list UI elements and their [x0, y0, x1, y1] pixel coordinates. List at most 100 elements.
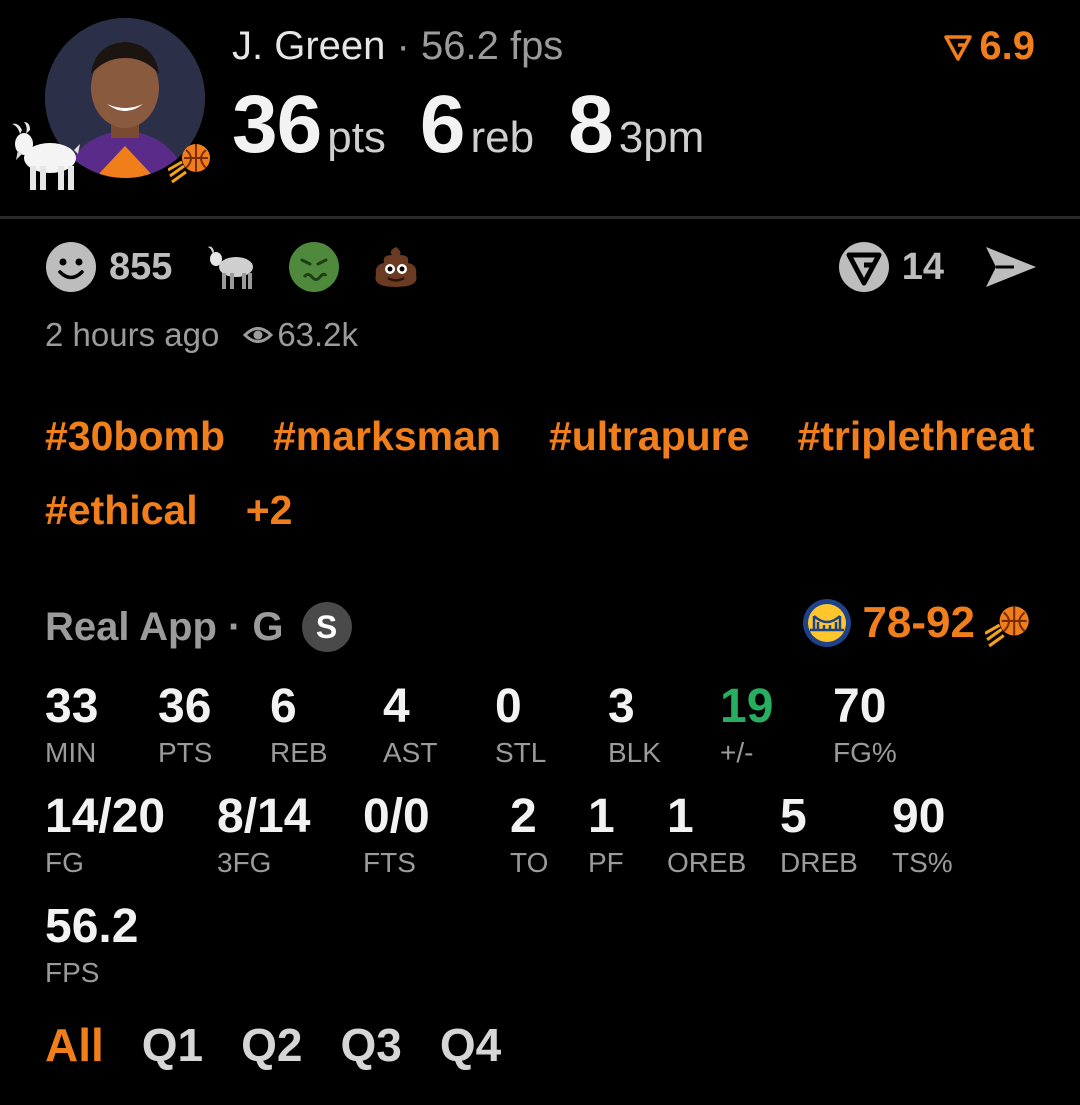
tab-q3[interactable]: Q3	[341, 1018, 402, 1072]
smiley-react-icon[interactable]	[45, 241, 97, 293]
game-score[interactable]: 78-92	[802, 598, 1035, 648]
stat-value: 33	[45, 680, 99, 733]
hashtag[interactable]: #30bomb	[45, 410, 225, 462]
stat-3fg: 8/14 3FG	[217, 790, 310, 880]
stat-label: MIN	[45, 737, 97, 768]
post-meta: 2 hours ago 63.2k	[45, 316, 358, 354]
goat-badge-icon	[8, 120, 82, 192]
stat-stl: 0 STL	[495, 680, 546, 770]
headline-unit: 3pm	[618, 113, 705, 162]
comment-logo-icon[interactable]	[838, 241, 890, 293]
stat-value: 2	[510, 790, 537, 843]
send-icon[interactable]	[984, 243, 1038, 291]
view-count: 63.2k	[243, 316, 358, 354]
stat-plus-minus: 19 +/-	[720, 680, 773, 770]
stat-label: REB	[270, 737, 328, 768]
stat-value: 4	[383, 680, 410, 733]
fps-text: 56.2 fps	[420, 24, 564, 68]
stat-value: 56.2	[45, 900, 139, 953]
reactions-bar: 855	[45, 240, 452, 294]
hashtag[interactable]: #ultrapure	[549, 410, 750, 462]
player-title-line: J. Green · 56.2 fps	[232, 24, 563, 69]
stat-value: 0	[495, 680, 522, 733]
stat-fps: 56.2 FPS	[45, 900, 138, 990]
timestamp: 2 hours ago	[45, 316, 220, 353]
hashtag[interactable]: #ethical	[45, 484, 198, 536]
goat-react-icon[interactable]	[206, 241, 258, 293]
stat-value: 1	[588, 790, 615, 843]
hashtag-list: #30bomb #marksman #ultrapure #triplethre…	[45, 410, 1035, 536]
comment-count: 14	[901, 245, 944, 288]
stat-label: BLK	[608, 737, 661, 768]
views-value: 63.2k	[277, 316, 359, 353]
stat-value: 1	[667, 790, 694, 843]
stat-min: 33 MIN	[45, 680, 98, 770]
hashtag[interactable]: #marksman	[273, 410, 501, 462]
tab-q1[interactable]: Q1	[142, 1018, 203, 1072]
headline-stats: 36 pts 6 reb 8 3pm	[232, 78, 704, 172]
rating-badge[interactable]: 6.9	[943, 24, 1035, 69]
stat-ast: 4 AST	[383, 680, 437, 770]
quarter-tabs: All Q1 Q2 Q3 Q4	[45, 1018, 501, 1072]
headline-threes: 8 3pm	[568, 78, 704, 172]
tab-all[interactable]: All	[45, 1018, 104, 1072]
reaction-count: 855	[109, 245, 173, 288]
headline-value: 8	[568, 79, 614, 170]
stat-label: OREB	[667, 847, 747, 878]
tab-q4[interactable]: Q4	[440, 1018, 501, 1072]
stat-fg: 14/20 FG	[45, 790, 165, 880]
stat-value: 6	[270, 680, 297, 733]
stat-value: 90	[892, 790, 946, 843]
stat-reb: 6 REB	[270, 680, 328, 770]
nauseated-face-icon[interactable]	[288, 241, 340, 293]
starter-badge: S	[301, 602, 352, 652]
stat-pf: 1 PF	[588, 790, 624, 880]
player-name[interactable]: J. Green	[232, 24, 385, 68]
stat-ts-pct: 90 TS%	[892, 790, 953, 880]
suns-logo-icon	[167, 136, 216, 184]
suns-logo-icon	[985, 606, 1029, 648]
stat-fts: 0/0 FTS	[363, 790, 430, 880]
stat-fg-pct: 70 FG%	[833, 680, 897, 770]
stat-label: PTS	[158, 737, 213, 768]
stat-value: 19	[720, 680, 774, 733]
rating-icon	[944, 34, 973, 61]
stat-label: 3FG	[217, 847, 272, 878]
warriors-logo-icon	[803, 599, 852, 647]
source-line: Real App · G S	[45, 602, 352, 652]
source-text: Real App · G	[45, 604, 284, 649]
headline-unit: pts	[327, 113, 386, 162]
stat-value: 3	[608, 680, 635, 733]
headline-points: 36 pts	[232, 78, 386, 172]
tab-q2[interactable]: Q2	[241, 1018, 302, 1072]
headline-unit: reb	[470, 113, 535, 162]
stat-label: AST	[383, 737, 438, 768]
stat-value: 36	[158, 680, 212, 733]
stat-label: TO	[510, 847, 549, 878]
stat-blk: 3 BLK	[608, 680, 661, 770]
title-separator: ·	[396, 24, 410, 68]
rating-value: 6.9	[979, 24, 1035, 68]
stat-label: FTS	[363, 847, 416, 878]
headline-rebounds: 6 reb	[420, 78, 534, 172]
stat-value: 70	[833, 680, 887, 733]
headline-value: 6	[419, 79, 466, 170]
stat-value: 0/0	[363, 790, 430, 843]
stat-dreb: 5 DREB	[780, 790, 858, 880]
header-divider	[0, 216, 1080, 219]
poop-react-icon[interactable]	[370, 241, 422, 293]
more-tags-button[interactable]: +2	[246, 484, 293, 536]
stat-to: 2 TO	[510, 790, 548, 880]
stat-pts: 36 PTS	[158, 680, 212, 770]
score-value: 78-92	[862, 598, 975, 647]
stat-oreb: 1 OREB	[667, 790, 746, 880]
stat-label: +/-	[720, 737, 754, 768]
headline-value: 36	[232, 79, 322, 170]
post-actions: 14	[838, 240, 1038, 294]
stat-value: 5	[780, 790, 807, 843]
stat-label: FG%	[833, 737, 897, 768]
stat-label: PF	[588, 847, 624, 878]
hashtag[interactable]: #triplethreat	[797, 410, 1034, 462]
eye-icon	[243, 327, 274, 343]
stat-label: DREB	[780, 847, 858, 878]
